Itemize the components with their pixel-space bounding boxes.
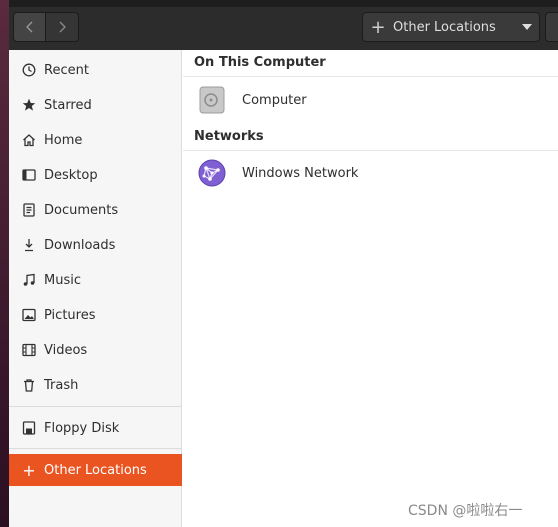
path-label: Other Locations bbox=[393, 19, 496, 35]
watermark: CSDN @啦啦右一 bbox=[408, 503, 523, 519]
plus-icon: + bbox=[370, 16, 386, 38]
back-button[interactable] bbox=[13, 12, 46, 42]
location-label: Computer bbox=[242, 92, 307, 108]
desktop-icon bbox=[21, 167, 37, 183]
navigation-buttons bbox=[13, 12, 79, 42]
sidebar-separator bbox=[9, 406, 182, 407]
section-divider bbox=[183, 76, 558, 77]
sidebar-item-other-locations[interactable]: + Other Locations bbox=[9, 454, 182, 486]
document-icon bbox=[21, 202, 37, 218]
files-window: + Other Locations Recent Starred Home De… bbox=[9, 0, 558, 527]
sidebar-item-label: Starred bbox=[44, 97, 92, 113]
sidebar-item-pictures[interactable]: Pictures bbox=[9, 299, 182, 331]
location-label: Windows Network bbox=[242, 165, 359, 181]
desktop-background bbox=[0, 0, 9, 527]
section-title-networks: Networks bbox=[194, 129, 264, 144]
clock-icon bbox=[21, 62, 37, 78]
location-item-windows-network[interactable]: Windows Network bbox=[183, 151, 558, 195]
drive-icon bbox=[197, 85, 227, 115]
sidebar-item-videos[interactable]: Videos bbox=[9, 334, 182, 366]
floppy-icon bbox=[21, 420, 37, 436]
sidebar-item-label: Pictures bbox=[44, 307, 96, 323]
sidebar-item-label: Trash bbox=[44, 377, 79, 393]
sidebar-item-recent[interactable]: Recent bbox=[9, 54, 182, 86]
sidebar-item-label: Desktop bbox=[44, 167, 98, 183]
sidebar-item-home[interactable]: Home bbox=[9, 124, 182, 156]
picture-icon bbox=[21, 307, 37, 323]
music-icon bbox=[21, 272, 37, 288]
sidebar-item-music[interactable]: Music bbox=[9, 264, 182, 296]
section-title-on-this-computer: On This Computer bbox=[194, 55, 326, 70]
sidebar-item-label: Music bbox=[44, 272, 81, 288]
video-icon bbox=[21, 342, 37, 358]
network-icon bbox=[197, 158, 227, 188]
sidebar-item-trash[interactable]: Trash bbox=[9, 369, 182, 401]
plus-icon: + bbox=[22, 460, 36, 480]
sidebar: Recent Starred Home Desktop Documents Do… bbox=[9, 50, 182, 527]
sidebar-item-floppy-disk[interactable]: Floppy Disk bbox=[9, 412, 182, 444]
location-path-bar[interactable]: + Other Locations bbox=[362, 12, 540, 42]
sidebar-item-starred[interactable]: Starred bbox=[9, 89, 182, 121]
sidebar-item-label: Floppy Disk bbox=[44, 420, 120, 436]
sidebar-item-label: Downloads bbox=[44, 237, 116, 253]
sidebar-item-label: Other Locations bbox=[44, 462, 147, 478]
star-icon bbox=[21, 97, 37, 113]
sidebar-item-label: Recent bbox=[44, 62, 89, 78]
chevron-left-icon bbox=[25, 21, 32, 33]
sidebar-item-label: Videos bbox=[44, 342, 88, 358]
sidebar-item-label: Documents bbox=[44, 202, 119, 218]
sidebar-item-documents[interactable]: Documents bbox=[9, 194, 182, 226]
location-item-computer[interactable]: Computer bbox=[183, 78, 558, 122]
sidebar-separator bbox=[9, 448, 182, 449]
sidebar-item-desktop[interactable]: Desktop bbox=[9, 159, 182, 191]
header-action-button[interactable] bbox=[545, 12, 558, 42]
dropdown-arrow-icon[interactable] bbox=[515, 24, 539, 30]
download-icon bbox=[21, 237, 37, 253]
home-icon bbox=[21, 132, 37, 148]
sidebar-item-label: Home bbox=[44, 132, 83, 148]
trash-icon bbox=[21, 377, 37, 393]
forward-button[interactable] bbox=[46, 12, 79, 42]
sidebar-item-downloads[interactable]: Downloads bbox=[9, 229, 182, 261]
chevron-right-icon bbox=[59, 21, 66, 33]
locations-view: On This Computer Computer Networks Windo… bbox=[183, 50, 558, 527]
header-bar: + Other Locations bbox=[9, 0, 558, 50]
